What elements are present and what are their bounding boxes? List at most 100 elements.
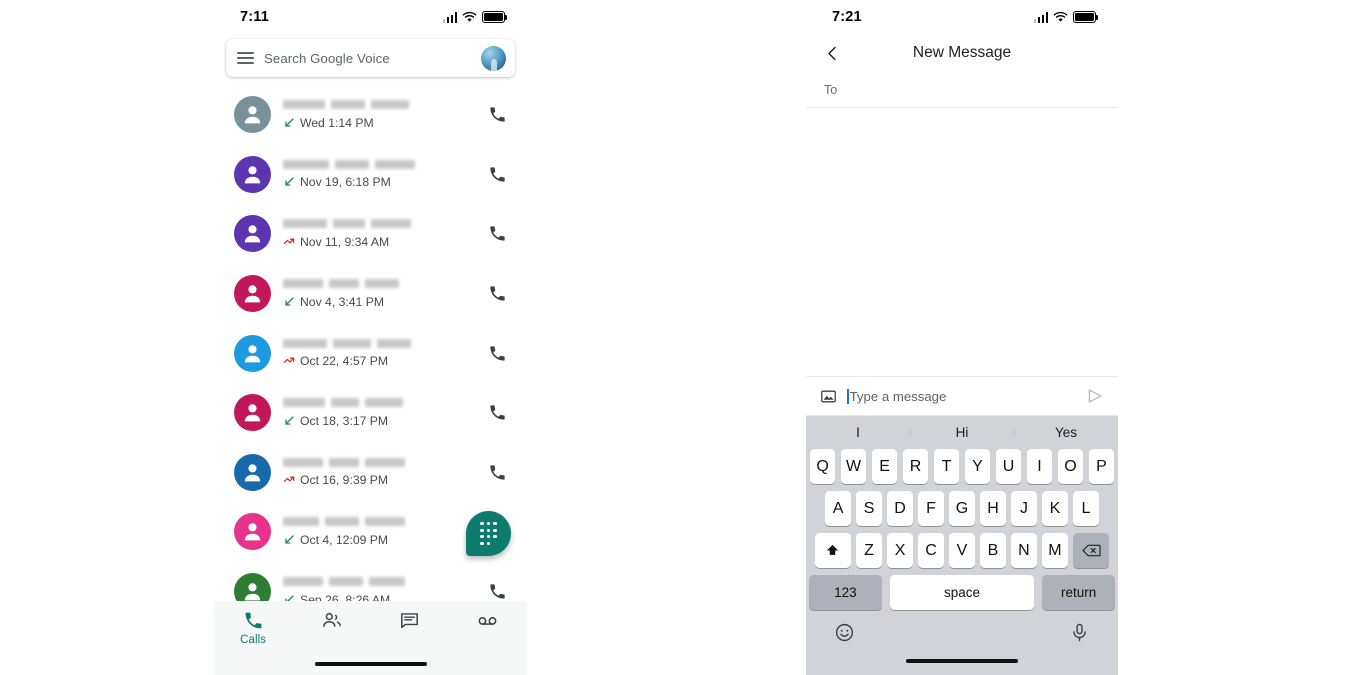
call-details: Nov 4, 3:41 PM (271, 279, 488, 309)
microphone-icon[interactable] (1069, 622, 1090, 643)
nav-label-calls: Calls (240, 634, 267, 646)
call-list-item[interactable]: Wed 1:14 PM (214, 85, 527, 145)
call-timestamp: Wed 1:14 PM (300, 115, 374, 130)
key-r[interactable]: R (902, 449, 929, 484)
image-attach-icon[interactable] (820, 388, 837, 405)
phone-call-icon[interactable] (488, 582, 507, 601)
key-k[interactable]: K (1042, 491, 1068, 526)
call-timestamp: Oct 22, 4:57 PM (300, 354, 389, 369)
call-list-item[interactable]: Oct 16, 9:39 PM (214, 443, 527, 503)
phone-call-icon[interactable] (488, 224, 507, 243)
keyboard-bottom-row (806, 617, 1118, 643)
phone-call-icon[interactable] (488, 284, 507, 303)
profile-avatar[interactable] (481, 45, 506, 71)
backspace-key[interactable] (1073, 533, 1110, 568)
phone-call-icon[interactable] (488, 403, 507, 422)
page-title: New Message (912, 44, 1012, 61)
new-message-screen: 7:21 New Message To Type a message I Hi … (806, 0, 1118, 675)
key-t[interactable]: T (933, 449, 960, 484)
suggestion-chip[interactable]: Yes (1014, 425, 1118, 440)
missed-call-icon (283, 476, 295, 483)
dialpad-fab[interactable] (466, 511, 511, 556)
key-x[interactable]: X (887, 533, 913, 568)
signal-icon (1033, 12, 1048, 23)
signal-icon (442, 12, 457, 23)
call-list-item[interactable]: Oct 18, 3:17 PM (214, 383, 527, 443)
call-timestamp: Nov 4, 3:41 PM (300, 294, 384, 309)
phone-call-icon[interactable] (488, 344, 507, 363)
call-timestamp: Nov 19, 6:18 PM (300, 175, 391, 190)
keyboard-row-1: QWERTYUIOP (806, 449, 1118, 484)
key-g[interactable]: G (949, 491, 975, 526)
to-field[interactable]: To (806, 72, 1118, 108)
return-key[interactable]: return (1042, 575, 1115, 610)
key-b[interactable]: B (980, 533, 1006, 568)
key-o[interactable]: O (1057, 449, 1084, 484)
key-e[interactable]: E (871, 449, 898, 484)
key-j[interactable]: J (1011, 491, 1037, 526)
phone-call-icon[interactable] (488, 105, 507, 124)
emoji-icon[interactable] (834, 622, 855, 643)
key-p[interactable]: P (1088, 449, 1115, 484)
nav-item-messages[interactable] (371, 610, 449, 634)
call-list-item[interactable]: Nov 19, 6:18 PM (214, 145, 527, 205)
key-f[interactable]: F (918, 491, 944, 526)
search-input[interactable]: Search Google Voice (264, 51, 471, 66)
key-s[interactable]: S (856, 491, 882, 526)
key-c[interactable]: C (918, 533, 944, 568)
contact-name-redacted (283, 219, 488, 229)
status-time-right: 7:21 (832, 9, 862, 25)
hamburger-menu-icon[interactable] (237, 52, 254, 64)
call-list-item[interactable]: Nov 11, 9:34 AM (214, 204, 527, 264)
key-y[interactable]: Y (964, 449, 991, 484)
phone-call-icon[interactable] (488, 463, 507, 482)
contact-name-redacted (283, 338, 488, 348)
call-timestamp-row: Nov 19, 6:18 PM (283, 175, 488, 189)
message-placeholder: Type a message (849, 388, 947, 404)
incoming-call-icon (285, 177, 294, 187)
suggestion-chip[interactable]: Hi (910, 425, 1014, 440)
key-l[interactable]: L (1073, 491, 1099, 526)
key-a[interactable]: A (825, 491, 851, 526)
key-z[interactable]: Z (856, 533, 882, 568)
missed-call-icon (283, 238, 295, 245)
phone-call-icon[interactable] (488, 165, 507, 184)
call-list-item[interactable]: Oct 22, 4:57 PM (214, 323, 527, 383)
message-input[interactable]: Type a message (847, 388, 1076, 404)
key-q[interactable]: Q (809, 449, 836, 484)
keyboard-row-4: 123 space return (806, 575, 1118, 610)
key-w[interactable]: W (840, 449, 867, 484)
numbers-key[interactable]: 123 (809, 575, 882, 610)
key-n[interactable]: N (1011, 533, 1037, 568)
call-timestamp-row: Nov 11, 9:34 AM (283, 235, 488, 249)
incoming-call-icon (285, 416, 294, 425)
key-u[interactable]: U (995, 449, 1022, 484)
key-i[interactable]: I (1026, 449, 1053, 484)
incoming-call-icon (285, 296, 294, 306)
call-timestamp-row: Oct 16, 9:39 PM (283, 473, 488, 487)
key-m[interactable]: M (1042, 533, 1068, 568)
key-h[interactable]: H (980, 491, 1006, 526)
call-timestamp-row: Oct 22, 4:57 PM (283, 354, 488, 368)
contact-avatar (234, 453, 271, 491)
backspace-key-icon (1082, 544, 1101, 557)
keyboard-row-2: ASDFGHJKL (806, 491, 1118, 526)
shift-key[interactable] (814, 533, 851, 568)
search-bar[interactable]: Search Google Voice (226, 39, 515, 77)
call-details: Oct 4, 12:09 PM (271, 517, 488, 547)
call-list-item[interactable]: Nov 4, 3:41 PM (214, 264, 527, 324)
send-icon[interactable] (1086, 387, 1104, 405)
space-key[interactable]: space (889, 575, 1035, 610)
key-d[interactable]: D (887, 491, 913, 526)
call-details: Oct 16, 9:39 PM (271, 457, 488, 487)
contact-avatar (234, 155, 271, 193)
call-details: Nov 19, 6:18 PM (271, 159, 488, 189)
nav-item-voicemail[interactable] (449, 610, 527, 634)
nav-item-contacts[interactable] (292, 610, 370, 634)
key-v[interactable]: V (949, 533, 975, 568)
nav-item-calls[interactable]: Calls (214, 610, 292, 646)
call-timestamp-row: Oct 18, 3:17 PM (283, 414, 488, 428)
suggestion-chip[interactable]: I (806, 425, 910, 440)
compose-bar: Type a message (806, 376, 1118, 416)
call-timestamp: Oct 18, 3:17 PM (300, 413, 389, 428)
